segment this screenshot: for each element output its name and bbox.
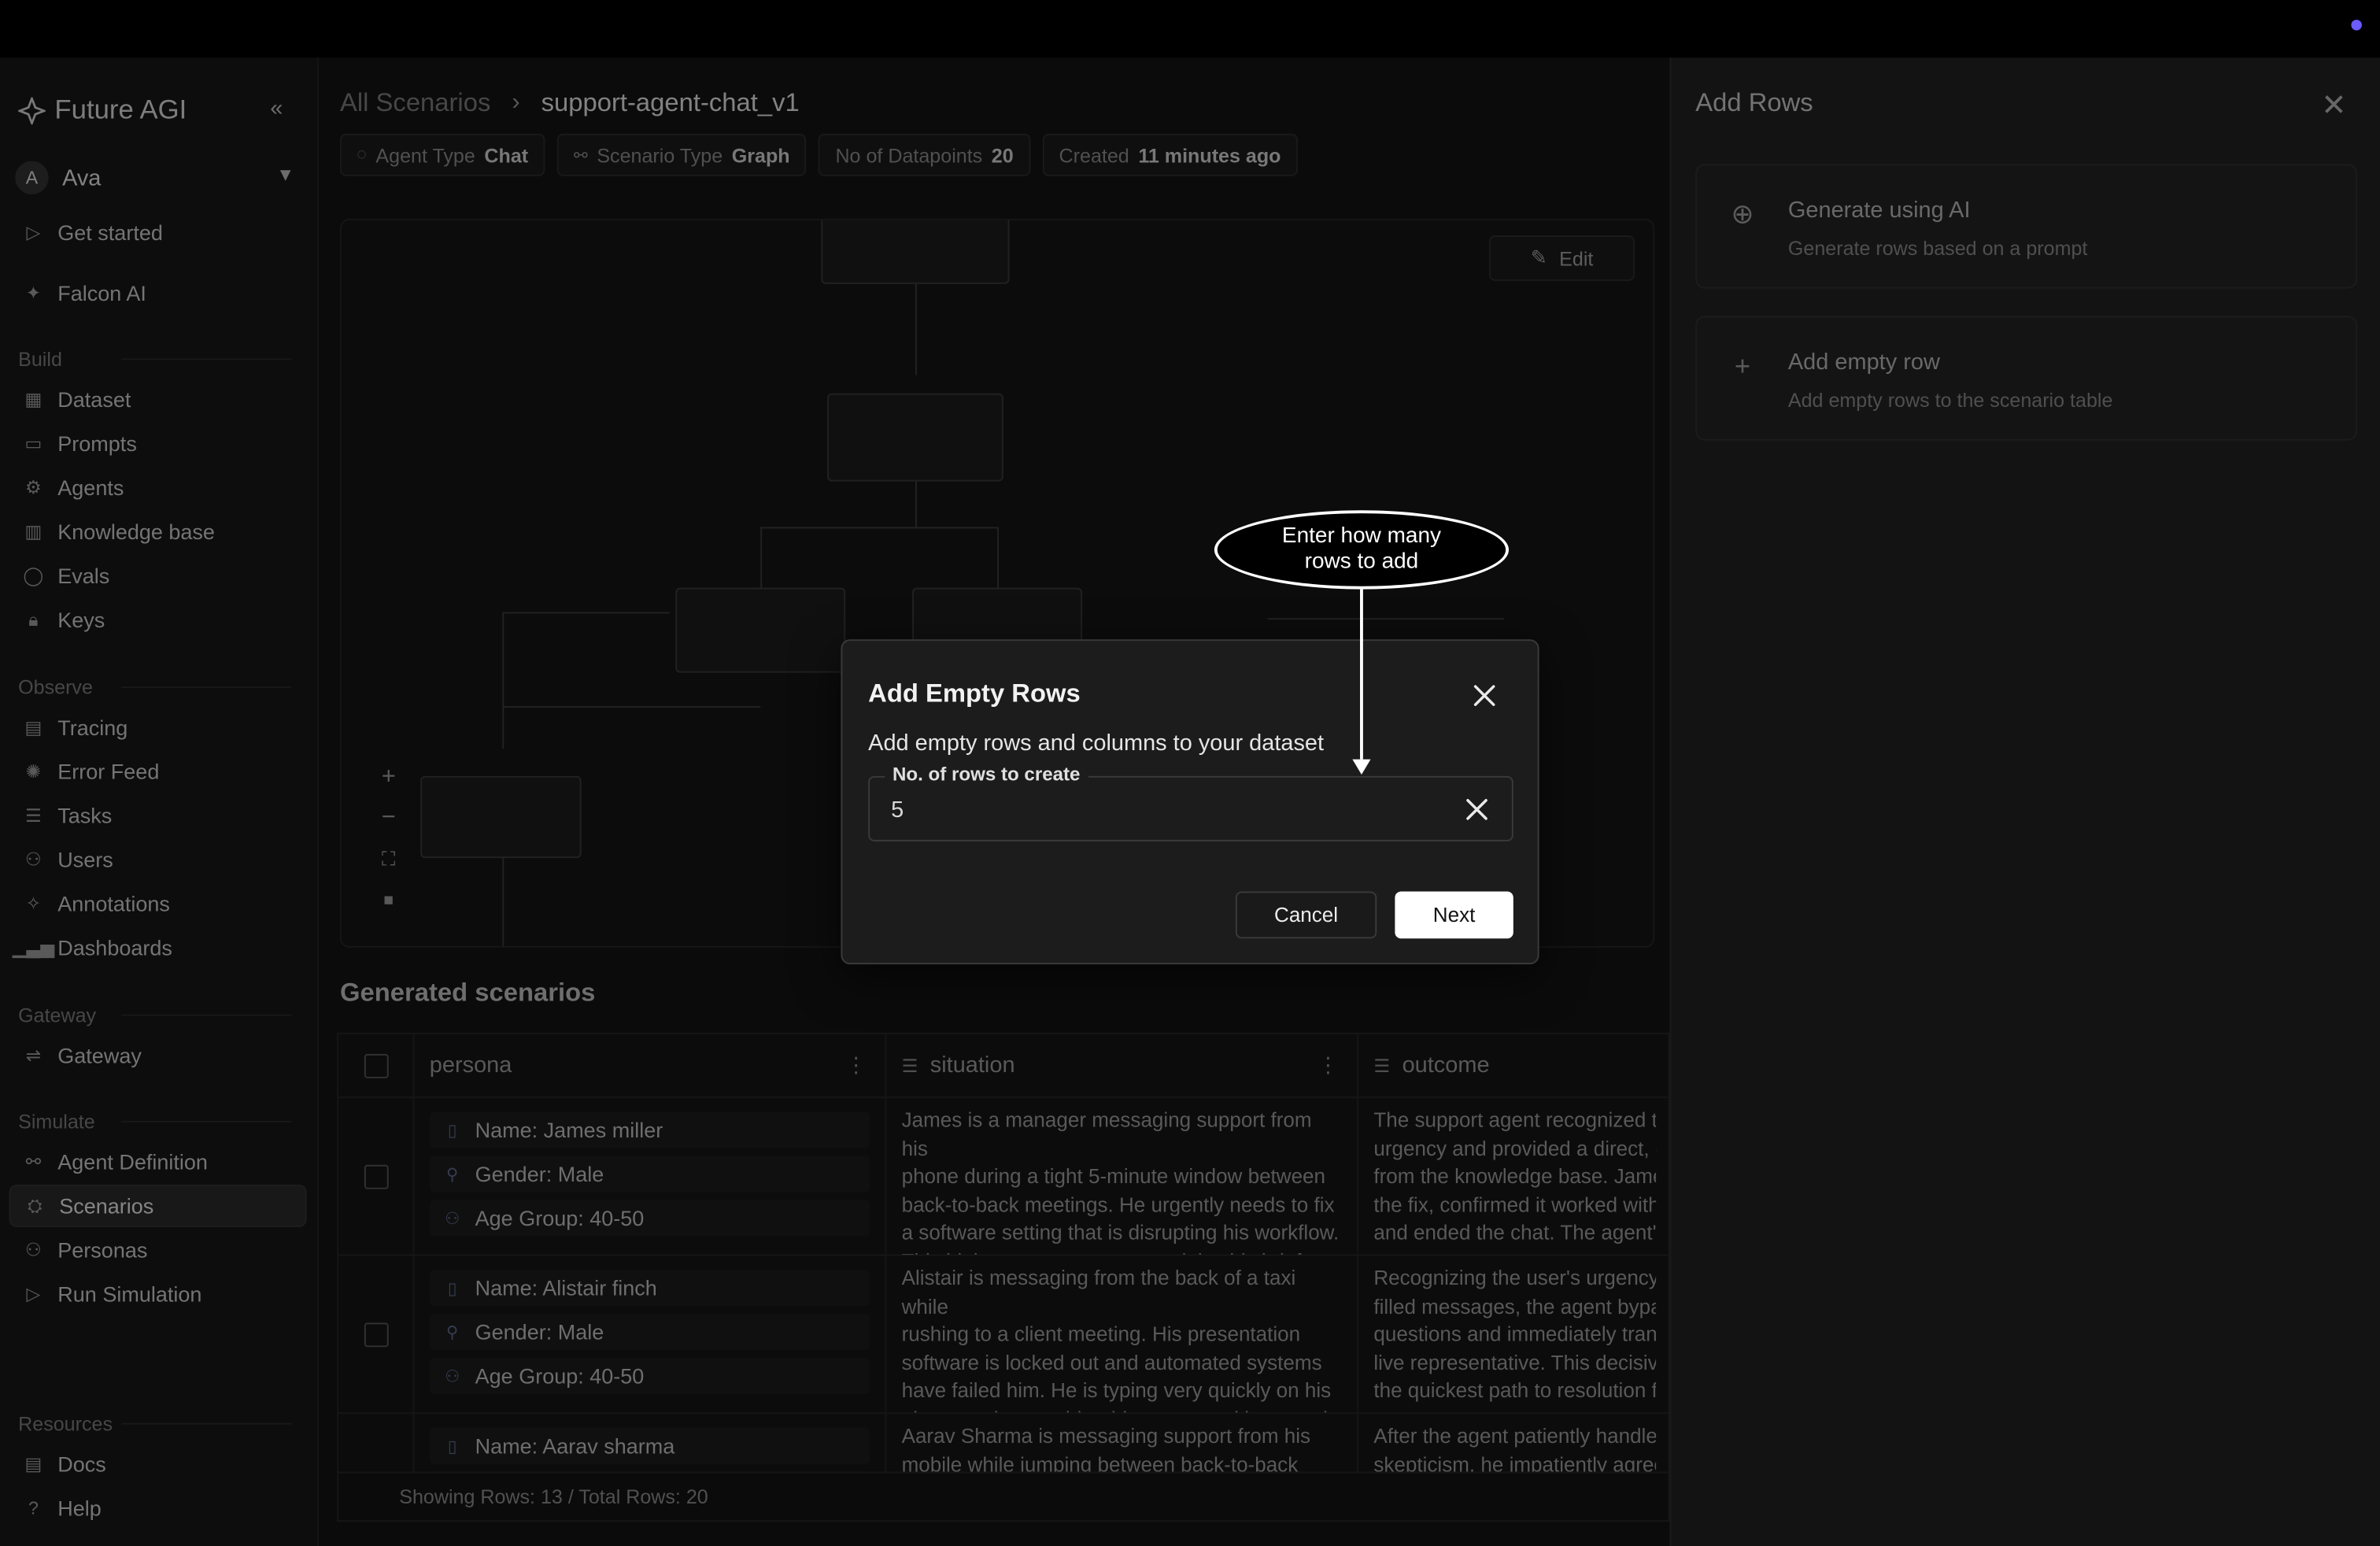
add-empty-rows-dialog: Add Empty Rows Add empty rows and column… xyxy=(841,639,1539,965)
annotation-arrowhead xyxy=(1352,759,1371,775)
panel-backdrop xyxy=(1669,57,2380,1546)
status-dot xyxy=(2351,20,2362,31)
cancel-button[interactable]: Cancel xyxy=(1235,891,1377,939)
rows-count-input[interactable] xyxy=(891,793,1407,827)
dialog-description: Add empty rows and columns to your datas… xyxy=(868,730,1325,756)
top-bar xyxy=(0,0,2380,58)
close-icon[interactable] xyxy=(1468,679,1501,712)
annotation-arrow xyxy=(1360,589,1362,760)
clear-input-icon[interactable] xyxy=(1462,794,1492,825)
rows-count-label: No. of rows to create xyxy=(885,764,1088,786)
next-button[interactable]: Next xyxy=(1395,891,1513,939)
app-window: Future AGI « A Ava ▼ ▷ Get started ✦ Fal… xyxy=(0,0,2380,1546)
annotation-callout: Enter how many rows to add xyxy=(1214,510,1510,590)
rows-count-field[interactable]: No. of rows to create xyxy=(868,764,1513,841)
dialog-title: Add Empty Rows xyxy=(868,679,1081,708)
